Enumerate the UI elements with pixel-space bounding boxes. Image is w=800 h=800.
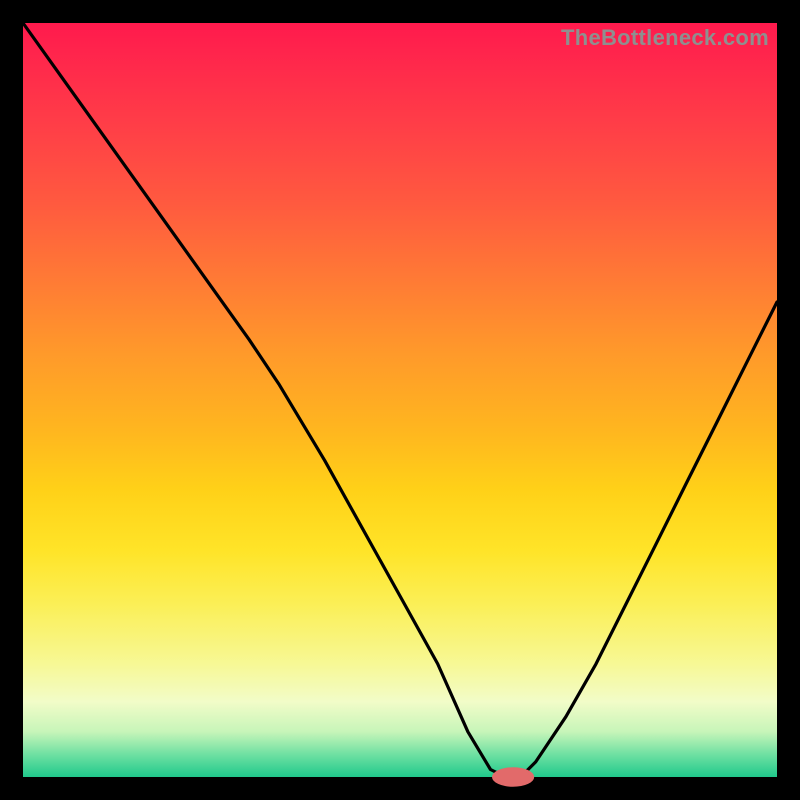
- chart-frame: TheBottleneck.com: [0, 0, 800, 800]
- minimum-marker: [492, 767, 534, 787]
- bottleneck-curve: [23, 23, 777, 777]
- plot-area: TheBottleneck.com: [23, 23, 777, 777]
- curve-layer: [23, 23, 777, 777]
